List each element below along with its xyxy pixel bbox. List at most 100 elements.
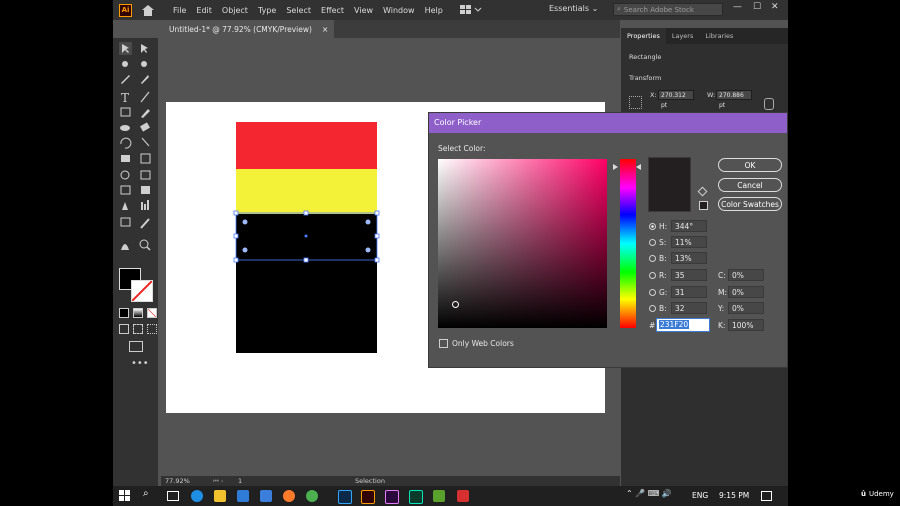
blue-field[interactable]: 32 — [671, 302, 707, 314]
menu-file[interactable]: File — [168, 6, 191, 15]
menu-object[interactable]: Object — [217, 6, 253, 15]
home-icon[interactable] — [142, 4, 154, 16]
tab-libraries[interactable]: Libraries — [699, 32, 739, 40]
photos-icon[interactable] — [260, 490, 272, 502]
red-row[interactable]: R: — [649, 271, 667, 280]
magenta-field[interactable]: 0% — [728, 286, 764, 298]
menu-window[interactable]: Window — [378, 6, 420, 15]
search-icon: ⌕ — [617, 5, 621, 13]
saturation-radio[interactable] — [649, 239, 656, 246]
screen-mode-icon[interactable] — [129, 341, 143, 352]
notifications-icon[interactable] — [761, 491, 772, 501]
w-field[interactable]: 270.886 pt — [716, 90, 752, 109]
menu-select[interactable]: Select — [281, 6, 316, 15]
maximize-button[interactable]: ☐ — [753, 2, 761, 12]
constrain-proportions-icon[interactable] — [764, 98, 774, 110]
edge-icon[interactable] — [191, 490, 203, 502]
stroke-swatch[interactable] — [131, 280, 153, 302]
saturation-field[interactable]: 11% — [671, 236, 707, 248]
red-rectangle[interactable] — [236, 122, 377, 169]
premiere-icon[interactable] — [385, 490, 399, 504]
tab-layers[interactable]: Layers — [666, 32, 700, 40]
menu-type[interactable]: Type — [253, 6, 281, 15]
file-explorer-icon[interactable] — [214, 490, 226, 502]
more-tools-icon[interactable]: ••• — [131, 358, 149, 369]
hue-slider-right-arrow[interactable] — [636, 164, 641, 170]
hue-field[interactable]: 344° — [671, 220, 707, 232]
minimize-button[interactable]: — — [733, 2, 742, 12]
illustrator-logo: Ai — [119, 3, 132, 17]
menu-view[interactable]: View — [349, 6, 378, 15]
brightness-radio[interactable] — [649, 255, 656, 262]
color-swatches-button[interactable]: Color Swatches — [718, 197, 782, 211]
brightness-row[interactable]: B: — [649, 254, 667, 263]
hex-field[interactable]: 231F20 — [656, 318, 710, 332]
mail-icon[interactable] — [237, 490, 249, 502]
zoom-level[interactable]: 77.92% — [165, 477, 190, 485]
menu-effect[interactable]: Effect — [316, 6, 349, 15]
close-button[interactable]: ✕ — [771, 2, 779, 12]
camtasia-icon[interactable] — [433, 490, 445, 502]
green-radio[interactable] — [649, 289, 656, 296]
menu-help[interactable]: Help — [420, 6, 448, 15]
hue-slider-left-arrow[interactable] — [613, 164, 618, 170]
color-picker-dialog: Color Picker Select Color: OK Cancel Col… — [428, 112, 788, 368]
hex-label: # — [649, 321, 656, 330]
saturation-brightness-field[interactable] — [438, 159, 607, 328]
red-radio[interactable] — [649, 272, 656, 279]
system-tray-icons[interactable]: ⌃ 🎤 ⌨ 🔊 — [626, 489, 672, 498]
illustrator-taskbar-icon[interactable] — [361, 490, 375, 504]
photoshop-icon[interactable] — [338, 490, 352, 504]
out-of-gamut-icon[interactable] — [697, 186, 708, 197]
current-tool-label: Selection — [355, 477, 385, 485]
task-view-icon[interactable] — [167, 491, 179, 501]
color-field-marker[interactable] — [452, 301, 459, 308]
close-tab-icon[interactable]: × — [322, 25, 328, 34]
menu-edit[interactable]: Edit — [191, 6, 217, 15]
chrome-icon[interactable] — [306, 490, 318, 502]
x-field[interactable]: 270.312 pt — [658, 90, 694, 109]
web-safe-swatch[interactable] — [699, 201, 708, 210]
cyan-field[interactable]: 0% — [728, 269, 764, 281]
document-tab[interactable]: Untitled-1* @ 77.92% (CMYK/Preview) × — [163, 20, 335, 38]
artboard-number[interactable]: 1 — [238, 477, 242, 485]
blue-row[interactable]: B: — [649, 304, 667, 313]
ok-button[interactable]: OK — [718, 158, 782, 172]
audition-icon[interactable] — [409, 490, 423, 504]
tab-properties[interactable]: Properties — [621, 28, 666, 44]
reference-point-icon[interactable] — [629, 96, 642, 109]
workspace-switcher[interactable]: Essentials ⌄ — [549, 4, 598, 13]
panel-tabs: Properties Layers Libraries — [621, 28, 788, 44]
yellow-rectangle[interactable] — [236, 169, 377, 214]
draw-mode-icons[interactable] — [119, 324, 157, 334]
language-indicator[interactable]: ENG — [692, 491, 708, 500]
green-row[interactable]: G: — [649, 288, 667, 297]
black-field[interactable]: 100% — [728, 319, 764, 331]
black-label: K: — [718, 321, 726, 330]
magenta-label: M: — [718, 288, 727, 297]
adobe-stock-search[interactable]: ⌕ Search Adobe Stock — [613, 3, 723, 16]
green-field[interactable]: 31 — [671, 286, 707, 298]
color-mode-icons[interactable] — [119, 308, 157, 318]
document-tab-bar: Untitled-1* @ 77.92% (CMYK/Preview) × — [163, 20, 620, 38]
black-rectangle[interactable] — [236, 214, 377, 353]
red-field[interactable]: 35 — [671, 269, 707, 281]
arrange-documents-icon[interactable] — [459, 4, 484, 16]
only-web-colors[interactable]: Only Web Colors — [439, 339, 514, 348]
firefox-icon[interactable] — [283, 490, 295, 502]
brightness-field[interactable]: 13% — [671, 252, 707, 264]
cancel-button[interactable]: Cancel — [718, 178, 782, 192]
hue-row[interactable]: H: — [649, 222, 667, 231]
search-icon[interactable]: ⌕ — [143, 488, 149, 499]
select-color-label: Select Color: — [438, 144, 486, 153]
windows-start-icon[interactable] — [119, 490, 131, 502]
blue-radio[interactable] — [649, 305, 656, 312]
hue-slider[interactable] — [620, 159, 636, 328]
hue-radio[interactable] — [649, 223, 656, 230]
only-web-colors-checkbox[interactable] — [439, 339, 448, 348]
clock[interactable]: 9:15 PM — [719, 491, 749, 500]
recorder-icon[interactable] — [457, 490, 469, 502]
yellow-field[interactable]: 0% — [728, 302, 764, 314]
saturation-row[interactable]: S: — [649, 238, 666, 247]
artboard-navigation[interactable]: ⏮ ‹ — [213, 477, 224, 486]
